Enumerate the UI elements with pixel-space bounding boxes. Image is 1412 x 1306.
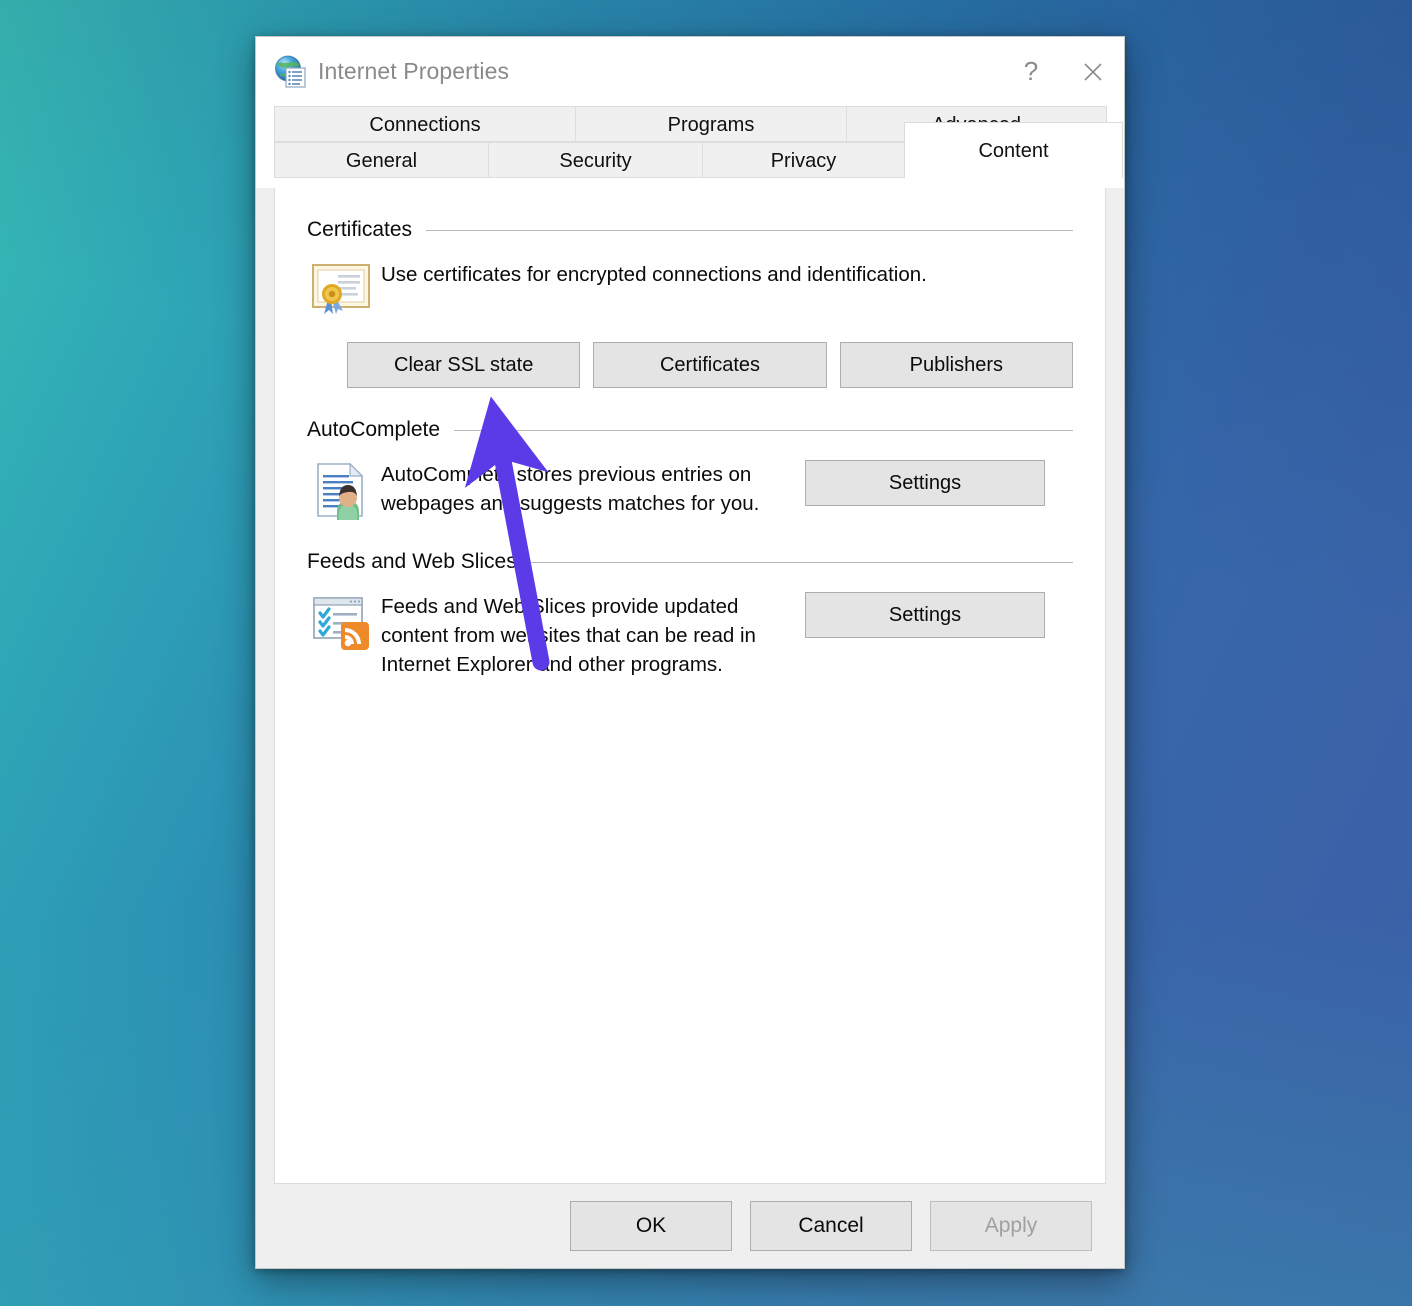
group-autocomplete: AutoComplete <box>307 418 1073 520</box>
feeds-settings-wrap: Settings <box>791 592 1045 638</box>
internet-properties-icon <box>274 55 308 89</box>
publishers-button[interactable]: Publishers <box>840 342 1073 388</box>
internet-properties-dialog: Internet Properties ? Connections Progra… <box>255 36 1125 1269</box>
autocomplete-settings-button[interactable]: Settings <box>805 460 1045 506</box>
feeds-icon <box>307 592 375 652</box>
apply-button[interactable]: Apply <box>930 1201 1092 1251</box>
certificates-description: Use certificates for encrypted connectio… <box>375 260 1073 289</box>
autocomplete-divider <box>454 430 1073 431</box>
feeds-body: Feeds and Web Slices provide updated con… <box>307 592 1073 679</box>
tab-privacy[interactable]: Privacy <box>702 142 905 178</box>
tab-programs[interactable]: Programs <box>575 106 847 142</box>
tab-general[interactable]: General <box>274 142 489 178</box>
close-icon <box>1082 61 1104 83</box>
title-bar: Internet Properties ? <box>256 37 1124 106</box>
certificate-icon <box>307 260 375 318</box>
tab-strip: Connections Programs Advanced General Se… <box>256 106 1124 188</box>
tab-connections[interactable]: Connections <box>274 106 576 142</box>
certificates-button-row: Clear SSL state Certificates Publishers <box>347 342 1073 388</box>
close-button[interactable] <box>1062 37 1124 106</box>
dialog-footer: OK Cancel Apply <box>256 1184 1124 1268</box>
window-title: Internet Properties <box>318 58 509 85</box>
certificates-body: Use certificates for encrypted connectio… <box>307 260 1073 318</box>
autocomplete-icon <box>307 460 375 520</box>
certificates-header: Certificates <box>307 218 1073 242</box>
certificates-divider <box>426 230 1073 231</box>
certificates-button[interactable]: Certificates <box>593 342 826 388</box>
content-panel: Certificates <box>274 188 1106 1184</box>
autocomplete-description: AutoComplete stores previous entries on … <box>375 460 791 518</box>
help-button[interactable]: ? <box>1000 37 1062 106</box>
clear-ssl-state-button[interactable]: Clear SSL state <box>347 342 580 388</box>
autocomplete-header: AutoComplete <box>307 418 1073 442</box>
group-certificates: Certificates <box>307 218 1073 388</box>
feeds-divider <box>531 562 1073 563</box>
feeds-header: Feeds and Web Slices <box>307 550 1073 574</box>
autocomplete-title: AutoComplete <box>307 418 440 442</box>
tab-content[interactable]: Content <box>904 122 1123 178</box>
feeds-title: Feeds and Web Slices <box>307 550 517 574</box>
ok-button[interactable]: OK <box>570 1201 732 1251</box>
autocomplete-body: AutoComplete stores previous entries on … <box>307 460 1073 520</box>
feeds-description: Feeds and Web Slices provide updated con… <box>375 592 791 679</box>
cancel-button[interactable]: Cancel <box>750 1201 912 1251</box>
feeds-settings-button[interactable]: Settings <box>805 592 1045 638</box>
certificates-title: Certificates <box>307 218 412 242</box>
group-feeds: Feeds and Web Slices <box>307 550 1073 679</box>
autocomplete-settings-wrap: Settings <box>791 460 1045 506</box>
tab-row-bottom: General Security Privacy Content <box>274 142 1106 178</box>
tab-security[interactable]: Security <box>488 142 703 178</box>
